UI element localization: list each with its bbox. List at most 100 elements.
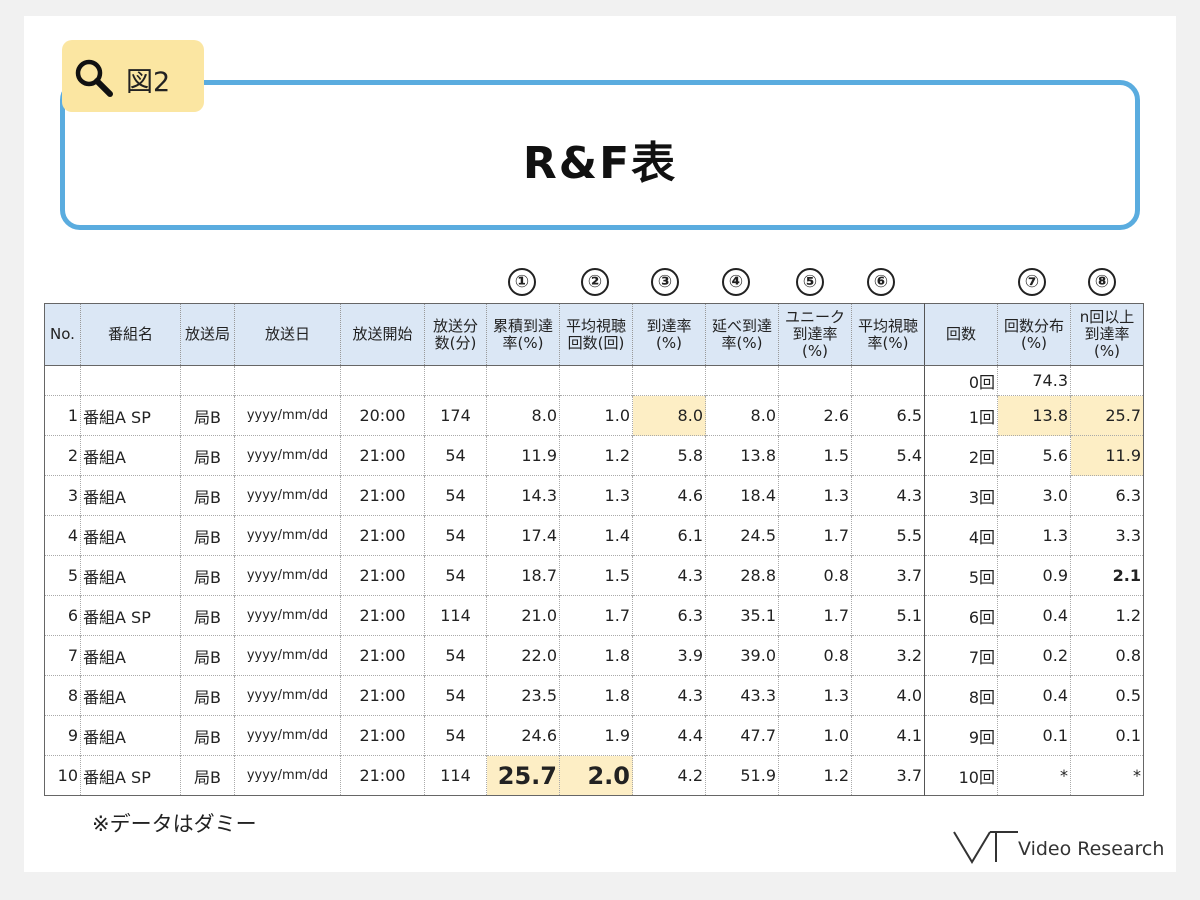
cell-total-reach: 35.1: [705, 595, 779, 636]
cell-freq-dist: 0.4: [997, 675, 1071, 716]
cell-avg-rating: 6.5: [851, 395, 925, 436]
table-row: 9 番組A 局B yyyy/mm/dd 21:00 54 24.6 1.9 4.4 47.7 1.0…: [44, 715, 1144, 756]
cell-start: 21:00: [340, 675, 425, 716]
cell-total-reach: 8.0: [705, 395, 779, 436]
cell-unique-reach: 2.6: [778, 395, 852, 436]
blank-cell: [851, 365, 925, 396]
cell-date: yyyy/mm/dd: [234, 435, 341, 476]
cell-program: 番組A: [80, 635, 181, 676]
cell-n-plus: *: [1070, 755, 1144, 796]
cell-times: 9回: [924, 715, 998, 756]
header-row: No. 番組名 放送局 放送日 放送開始 放送分 数(分) 累積到達 率(%) …: [44, 303, 1144, 366]
table-row: 1 番組A SP 局B yyyy/mm/dd 20:00 174 8.0 1.0 8.0 8.0 2…: [44, 395, 1144, 436]
cell-program: 番組A: [80, 515, 181, 556]
cell-freq-dist: 0.2: [997, 635, 1071, 676]
cell-station: 局B: [180, 715, 235, 756]
cell-cum-reach: 21.0: [486, 595, 560, 636]
cell-reach: 6.1: [632, 515, 706, 556]
cell-program: 番組A: [80, 475, 181, 516]
cell-avg-freq: 1.2: [559, 435, 633, 476]
cell-cum-reach: 22.0: [486, 635, 560, 676]
cell-total-reach: 43.3: [705, 675, 779, 716]
cell-start: 21:00: [340, 475, 425, 516]
table-row: 5 番組A 局B yyyy/mm/dd 21:00 54 18.7 1.5 4.3 28.8 0.8…: [44, 555, 1144, 596]
cell-unique-reach: 1.7: [778, 595, 852, 636]
table-row: 6 番組A SP 局B yyyy/mm/dd 21:00 114 21.0 1.7 6.3 35.…: [44, 595, 1144, 636]
cell-freq-dist: 5.6: [997, 435, 1071, 476]
cell-no: 5: [44, 555, 81, 596]
cell-n-plus: 1.2: [1070, 595, 1144, 636]
cell-unique-reach: 1.3: [778, 675, 852, 716]
cell-no: 9: [44, 715, 81, 756]
cell-minutes: 54: [424, 555, 487, 596]
cell-avg-freq: 1.0: [559, 395, 633, 436]
cell-minutes: 54: [424, 635, 487, 676]
header-n-plus: n回以上 到達率 (%): [1070, 303, 1144, 366]
header-unique-reach: ユニーク 到達率 (%): [778, 303, 852, 366]
cell-freq-dist: 0.9: [997, 555, 1071, 596]
cell-start: 21:00: [340, 555, 425, 596]
cell-cum-reach: 23.5: [486, 675, 560, 716]
cell-n-plus: 6.3: [1070, 475, 1144, 516]
cell-date: yyyy/mm/dd: [234, 395, 341, 436]
blank-cell: [778, 365, 852, 396]
cell-avg-rating: 4.1: [851, 715, 925, 756]
cell-n-plus: 0.8: [1070, 635, 1144, 676]
cell-total-reach: 18.4: [705, 475, 779, 516]
header-date: 放送日: [234, 303, 341, 366]
cell-unique-reach: 1.2: [778, 755, 852, 796]
cell-times: 8回: [924, 675, 998, 716]
figure-tag-label: 図2: [126, 67, 171, 98]
blank-cell: [44, 365, 81, 396]
header-minutes: 放送分 数(分): [424, 303, 487, 366]
header-no: No.: [44, 303, 81, 366]
rf-table: No. 番組名 放送局 放送日 放送開始 放送分 数(分) 累積到達 率(%) …: [44, 303, 1144, 796]
cell-avg-freq: 1.8: [559, 675, 633, 716]
table-row: 7 番組A 局B yyyy/mm/dd 21:00 54 22.0 1.8 3.9 39.0 0.8…: [44, 635, 1144, 676]
header-freq-dist: 回数分布 (%): [997, 303, 1071, 366]
cell-date: yyyy/mm/dd: [234, 755, 341, 796]
title-box: R&F表: [60, 80, 1140, 230]
cell-minutes: 114: [424, 755, 487, 796]
header-times: 回数: [924, 303, 998, 366]
cell-reach: 4.4: [632, 715, 706, 756]
cell-date: yyyy/mm/dd: [234, 635, 341, 676]
cell-times: 2回: [924, 435, 998, 476]
header-cum-reach: 累積到達 率(%): [486, 303, 560, 366]
table-row: 8 番組A 局B yyyy/mm/dd 21:00 54 23.5 1.8 4.3 43.3 1.3…: [44, 675, 1144, 716]
column-markers: ① ② ③ ④ ⑤ ⑥ ⑦ ⑧: [0, 268, 1200, 300]
cell-minutes: 54: [424, 435, 487, 476]
cell-cum-reach: 17.4: [486, 515, 560, 556]
table-row: 10 番組A SP 局B yyyy/mm/dd 21:00 114 25.7 2.0 4.2 51…: [44, 755, 1144, 796]
marker-8: ⑧: [1088, 268, 1116, 296]
marker-4: ④: [722, 268, 750, 296]
blank-cell: [1070, 365, 1144, 396]
cell-freq-dist: 0.1: [997, 715, 1071, 756]
cell-freq-dist: *: [997, 755, 1071, 796]
cell-times: 3回: [924, 475, 998, 516]
blank-cell: [632, 365, 706, 396]
cell-minutes: 54: [424, 715, 487, 756]
cell-station: 局B: [180, 395, 235, 436]
cell-total-reach: 24.5: [705, 515, 779, 556]
cell-times: 4回: [924, 515, 998, 556]
cell-no: 4: [44, 515, 81, 556]
marker-3: ③: [651, 268, 679, 296]
cell-total-reach: 13.8: [705, 435, 779, 476]
blank-cell: [340, 365, 425, 396]
header-reach: 到達率 (%): [632, 303, 706, 366]
cell-date: yyyy/mm/dd: [234, 475, 341, 516]
cell-avg-rating: 5.5: [851, 515, 925, 556]
zero-row: 0回 74.3: [44, 365, 1144, 396]
cell-no: 2: [44, 435, 81, 476]
cell-program: 番組A SP: [80, 755, 181, 796]
cell-station: 局B: [180, 755, 235, 796]
marker-5: ⑤: [796, 268, 824, 296]
cell-cum-reach: 14.3: [486, 475, 560, 516]
cell-times: 6回: [924, 595, 998, 636]
cell-avg-rating: 5.4: [851, 435, 925, 476]
cell-avg-freq: 2.0: [559, 755, 633, 796]
cell-station: 局B: [180, 435, 235, 476]
cell-start: 20:00: [340, 395, 425, 436]
cell-minutes: 114: [424, 595, 487, 636]
